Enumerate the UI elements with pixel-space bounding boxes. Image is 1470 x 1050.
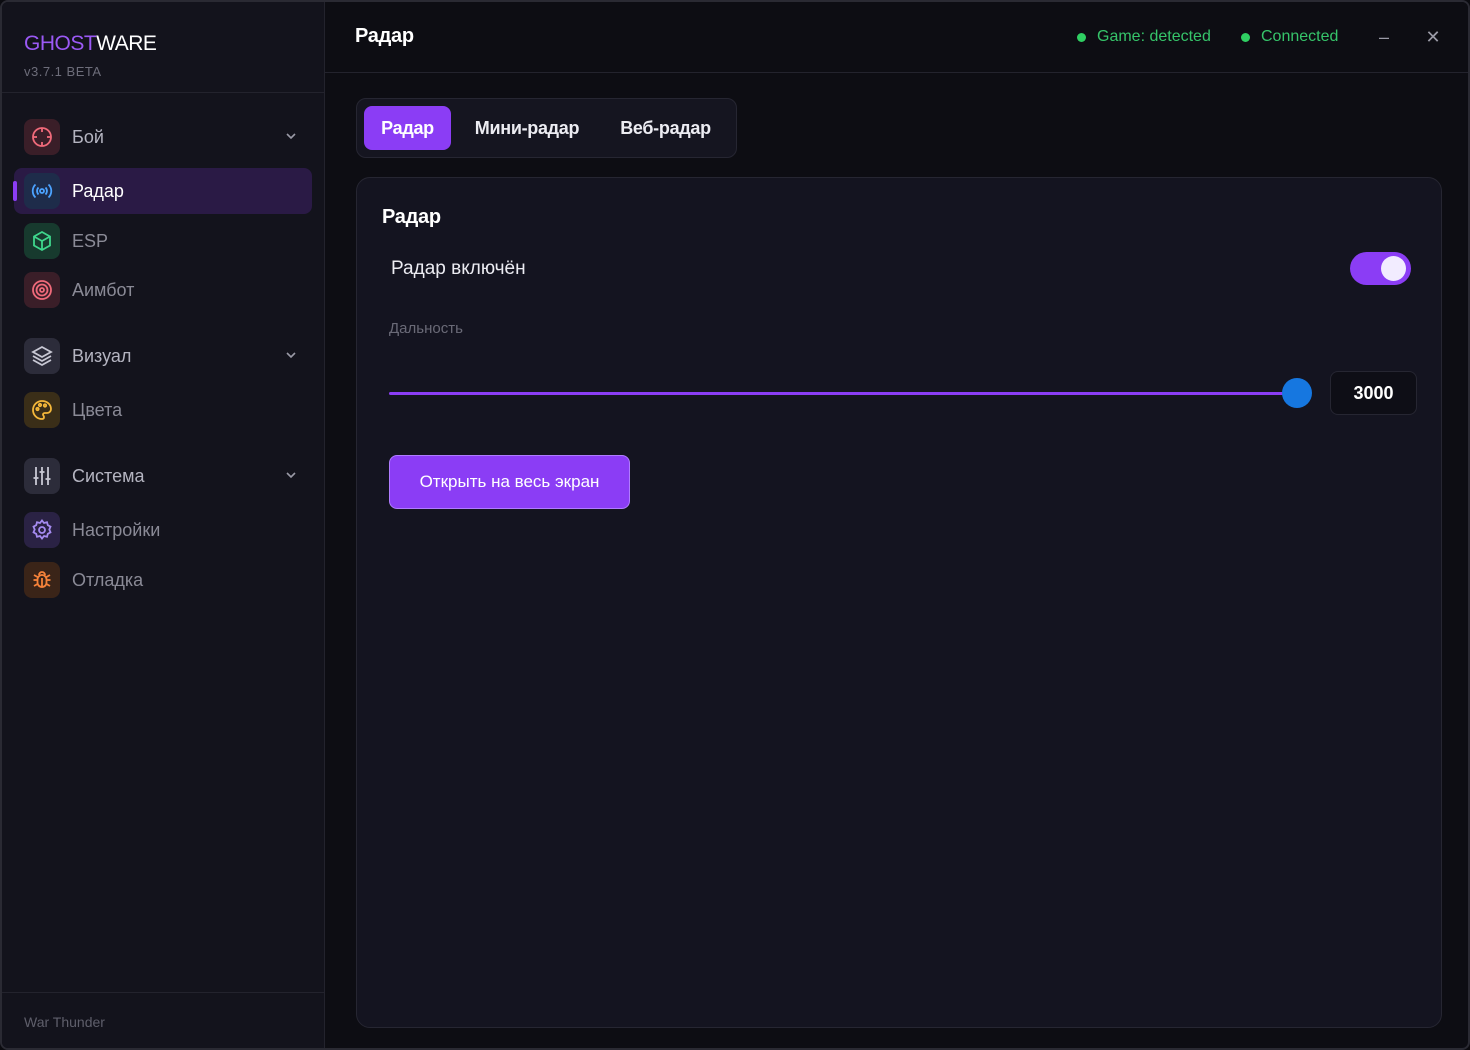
sliders-icon bbox=[24, 458, 60, 494]
sidebar-item-label: Аимбот bbox=[72, 279, 135, 300]
sidebar-item-label: Система bbox=[72, 465, 145, 486]
radar-enabled-toggle[interactable] bbox=[1350, 252, 1411, 285]
bug-icon bbox=[24, 562, 60, 598]
app-logo: GHOSTWARE bbox=[24, 32, 157, 55]
sidebar-item-settings[interactable]: Настройки bbox=[14, 507, 312, 553]
sidebar-item-label: Визуал bbox=[72, 345, 132, 366]
gear-icon bbox=[24, 512, 60, 548]
radar-enabled-label: Радар включён bbox=[391, 258, 526, 279]
game-status-label: Game: detected bbox=[1097, 28, 1211, 45]
top-bar: Радар Game: detected Connected – ✕ bbox=[325, 2, 1468, 73]
sidebar-item-label: Бой bbox=[72, 126, 104, 147]
range-label: Дальность bbox=[389, 320, 463, 337]
crosshair-icon bbox=[24, 119, 60, 155]
sidebar-item-radar[interactable]: Радар bbox=[13, 168, 312, 214]
sidebar-item-label: Отладка bbox=[72, 569, 144, 590]
active-indicator bbox=[13, 181, 17, 201]
range-value-input[interactable]: 3000 bbox=[1330, 371, 1417, 415]
tab-radar[interactable]: Радар bbox=[364, 106, 451, 150]
range-slider-track[interactable] bbox=[389, 392, 1297, 395]
close-button[interactable]: ✕ bbox=[1420, 24, 1446, 50]
radar-settings-panel: Радар Радар включён Дальность 3000 Откры… bbox=[356, 177, 1442, 1028]
sidebar-item-label: ESP bbox=[72, 230, 109, 251]
minimize-button[interactable]: – bbox=[1371, 24, 1397, 50]
radar-broadcast-icon bbox=[24, 173, 60, 209]
tab-web-radar[interactable]: Веб-радар bbox=[603, 106, 728, 150]
game-name: War Thunder bbox=[24, 1014, 105, 1030]
status-dot-icon bbox=[1241, 32, 1250, 42]
range-slider-thumb[interactable] bbox=[1282, 378, 1312, 408]
palette-icon bbox=[24, 392, 60, 428]
game-status: Game: detected bbox=[1077, 28, 1211, 46]
chevron-down-icon bbox=[286, 472, 296, 479]
sidebar-item-aimbot[interactable]: Аимбот bbox=[14, 267, 312, 313]
target-icon bbox=[24, 272, 60, 308]
panel-title: Радар bbox=[382, 206, 441, 228]
chevron-down-icon bbox=[286, 352, 296, 359]
sidebar-item-label: Радар bbox=[72, 180, 124, 201]
sidebar: GHOSTWARE v3.7.1 BETA Бой Радар ESP Аимб… bbox=[2, 2, 325, 1048]
tab-bar: Радар Мини-радар Веб-радар bbox=[356, 98, 737, 158]
status-dot-icon bbox=[1077, 32, 1086, 42]
app-window: GHOSTWARE v3.7.1 BETA Бой Радар ESP Аимб… bbox=[0, 0, 1470, 1050]
sidebar-item-label: Настройки bbox=[72, 519, 161, 540]
tab-mini-radar[interactable]: Мини-радар bbox=[461, 106, 593, 150]
toggle-knob bbox=[1381, 256, 1406, 281]
sidebar-divider bbox=[2, 92, 324, 93]
sidebar-group-system[interactable]: Система bbox=[14, 453, 312, 499]
app-version: v3.7.1 BETA bbox=[24, 64, 102, 79]
sidebar-group-combat[interactable]: Бой bbox=[14, 114, 312, 160]
connection-status-label: Connected bbox=[1261, 28, 1339, 45]
cube-icon bbox=[24, 223, 60, 259]
sidebar-item-colors[interactable]: Цвета bbox=[14, 387, 312, 433]
page-title: Радар bbox=[355, 25, 414, 47]
sidebar-footer-divider bbox=[2, 992, 324, 993]
sidebar-item-debug[interactable]: Отладка bbox=[14, 557, 312, 603]
sidebar-item-label: Цвета bbox=[72, 399, 123, 420]
chevron-down-icon bbox=[286, 133, 296, 140]
sidebar-item-esp[interactable]: ESP bbox=[14, 218, 312, 264]
sidebar-group-visual[interactable]: Визуал bbox=[14, 333, 312, 379]
connection-status: Connected bbox=[1241, 28, 1338, 46]
layers-icon bbox=[24, 338, 60, 374]
fullscreen-button[interactable]: Открыть на весь экран bbox=[389, 455, 630, 509]
